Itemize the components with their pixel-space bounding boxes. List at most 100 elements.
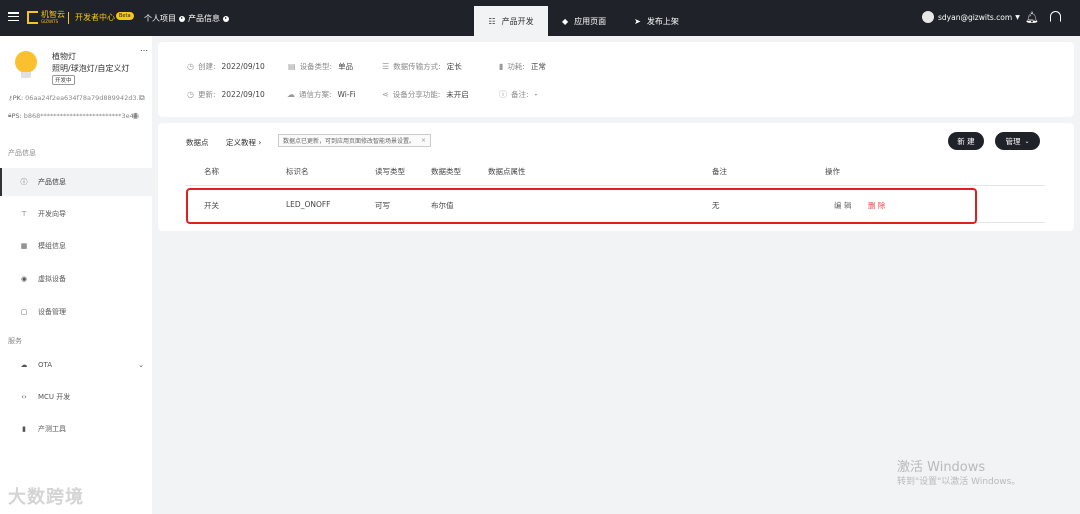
- menu-icon[interactable]: [8, 12, 19, 21]
- windows-activation-subtitle: 转到"设置"以激活 Windows。: [897, 477, 1021, 487]
- lightbulb-base: [21, 72, 31, 78]
- tab-label: 应用页面: [574, 16, 607, 26]
- sidebar-item-dev-guide[interactable]: ⊤ 开发向导: [0, 200, 152, 228]
- clock-icon: ◷: [187, 90, 194, 99]
- lightbulb-icon: [15, 51, 37, 73]
- product-category: 照明/球泡灯/自定义灯: [52, 64, 130, 73]
- logo-divider: [68, 12, 69, 24]
- logo-text: 机智云: [41, 10, 65, 19]
- user-menu[interactable]: sdyan@gizwits.com ▼: [922, 11, 1020, 23]
- sidebar-item-production-test[interactable]: ▮ 产测工具: [0, 415, 152, 443]
- windows-activation-title: 激活 Windows: [897, 460, 986, 475]
- info-value: 2022/09/10: [221, 90, 265, 99]
- info-value: 2022/09/10: [221, 62, 265, 71]
- crumb-product-info[interactable]: 产品信息: [188, 13, 229, 24]
- module-icon: ▦: [20, 242, 28, 250]
- sidebar-item-ota[interactable]: ☁ OTA ⌄: [0, 351, 152, 379]
- grid-icon: ☷: [488, 16, 496, 26]
- logo-sub: GIZWITS: [41, 19, 59, 24]
- clock-icon: ◷: [187, 62, 194, 71]
- dev-center-title: 开发者中心: [75, 13, 115, 22]
- logo[interactable]: 机智云 GIZWITS: [27, 10, 65, 24]
- top-tabs: ☷ 产品开发 ◆ 应用页面 ➤ 发布上架: [474, 6, 693, 36]
- bell-icon[interactable]: 🔔︎: [1025, 11, 1039, 24]
- tab-app-pages[interactable]: ◆ 应用页面: [548, 6, 620, 36]
- pk-label: PK:: [12, 94, 24, 102]
- info-transfer: ☰ 数据传输方式: 定长: [382, 61, 462, 72]
- close-icon[interactable]: ×: [421, 137, 426, 144]
- copy-icon[interactable]: ⧉: [139, 93, 145, 103]
- diamond-icon: ◆: [562, 16, 569, 26]
- manage-button[interactable]: 管理 ⌄: [995, 132, 1040, 150]
- sidebar-item-label: MCU 开发: [38, 393, 71, 401]
- cell-rw: 可写: [375, 201, 390, 210]
- info-value: -: [534, 90, 538, 99]
- info-label: 数据传输方式:: [393, 62, 441, 71]
- info-power: ▮ 功耗: 正常: [499, 61, 546, 72]
- sidebar-item-device-management[interactable]: ▢ 设备管理: [0, 298, 152, 326]
- update-notice: 数据点已更新，可到应用页面修改智能场景设置。 ×: [278, 134, 432, 147]
- cell-name: 开关: [204, 201, 219, 210]
- code-icon: ‹›: [21, 393, 27, 401]
- device-icon: ◉: [20, 275, 28, 283]
- cell-remark: 无: [712, 201, 720, 210]
- database-icon: ☰: [382, 62, 390, 71]
- chevron-down-icon: ⌄: [138, 361, 144, 369]
- info-icon: ⓘ: [499, 90, 507, 99]
- box-icon: ▢: [20, 308, 28, 316]
- sidebar-item-module-info[interactable]: ▦ 模组信息: [0, 232, 152, 260]
- ps-value: b868*************************3e45: [23, 111, 138, 120]
- user-email: sdyan@gizwits.com: [938, 12, 1013, 22]
- pk-value: 06aa24f2ea634f78a79d889942d3...: [25, 94, 143, 102]
- cell-type: 布尔值: [431, 201, 454, 210]
- info-comm: ☁ 通信方案: Wi-Fi: [287, 89, 355, 100]
- sidebar-item-virtual-device[interactable]: ◉ 虚拟设备: [0, 265, 152, 293]
- sidebar-item-product-info[interactable]: ⓘ 产品信息: [0, 168, 152, 196]
- manage-label: 管理: [1005, 136, 1021, 146]
- column-header-identifier: 标识名: [286, 167, 309, 176]
- tab-tutorial-label: 定义教程: [226, 138, 256, 147]
- info-label: 备注:: [511, 90, 529, 99]
- tab-label: 发布上架: [646, 16, 679, 26]
- product-name: 植物灯: [52, 52, 76, 61]
- sidebar-item-label: 设备管理: [38, 308, 66, 316]
- crumb-label: 产品信息: [188, 14, 220, 23]
- info-icon: ⓘ: [20, 178, 28, 186]
- tab-tutorial[interactable]: 定义教程 ›: [226, 137, 261, 148]
- more-icon[interactable]: ⋯: [140, 46, 148, 55]
- info-value: 单品: [338, 62, 354, 71]
- delete-link[interactable]: 删 除: [868, 200, 885, 211]
- info-label: 设备分享功能:: [392, 90, 441, 99]
- info-label: 创建:: [197, 62, 216, 71]
- sidebar-item-label: 产品信息: [38, 178, 66, 186]
- sidebar-item-mcu-dev[interactable]: ‹› MCU 开发: [0, 383, 152, 411]
- beta-badge: Beta: [116, 12, 134, 20]
- crumb-personal-project[interactable]: 个人项目: [144, 13, 185, 24]
- column-header-type: 数据类型: [431, 167, 461, 176]
- chevron-right-icon: [223, 15, 229, 22]
- logo-mark-icon: [27, 10, 38, 24]
- cell-identifier: LED_ONOFF: [286, 200, 331, 209]
- watermark: 大数跨境: [8, 487, 84, 508]
- column-header-remark: 备注: [712, 167, 727, 176]
- info-value: Wi-Fi: [337, 90, 356, 99]
- caret-down-icon: ▼: [1015, 13, 1020, 21]
- avatar: [922, 11, 934, 23]
- info-device-type: ▤ 设备类型: 单品: [288, 61, 353, 72]
- tab-publish[interactable]: ➤ 发布上架: [620, 6, 693, 36]
- column-header-actions: 操作: [825, 167, 840, 176]
- share-icon: ⋖: [382, 90, 389, 99]
- eye-icon[interactable]: ◉: [132, 111, 139, 120]
- headset-icon[interactable]: [1050, 11, 1061, 22]
- new-button[interactable]: 新 建: [948, 132, 984, 150]
- info-value: 未开启: [446, 90, 469, 99]
- column-header-rw: 读写类型: [375, 167, 405, 176]
- info-remark: ⓘ 备注: -: [499, 89, 537, 100]
- edit-link[interactable]: 编 辑: [834, 200, 851, 211]
- sidebar-item-label: 模组信息: [38, 242, 66, 250]
- tab-product-dev[interactable]: ☷ 产品开发: [474, 6, 548, 36]
- tool-icon: ▮: [22, 425, 26, 433]
- tab-datapoints[interactable]: 数据点: [186, 137, 209, 148]
- column-header-name: 名称: [204, 167, 219, 176]
- section-service: 服务: [8, 337, 22, 345]
